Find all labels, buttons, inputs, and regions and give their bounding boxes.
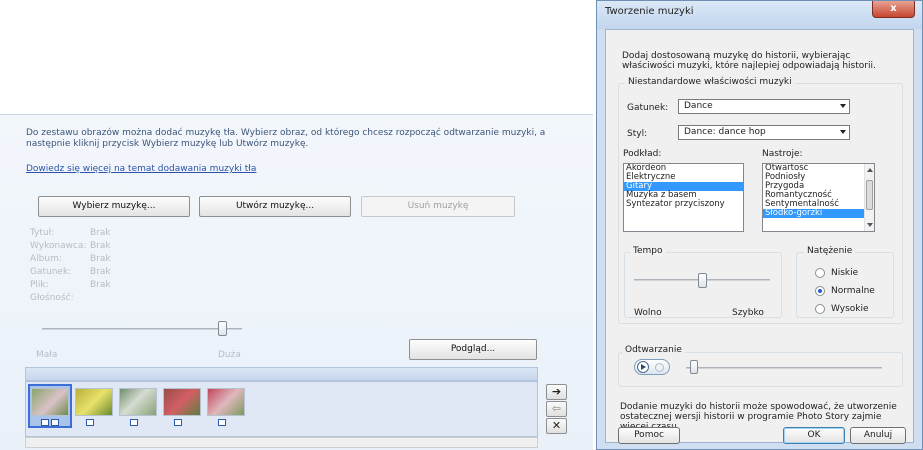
style-label: Styl: (627, 129, 648, 139)
meta-artist: Wykonawca: Brak (30, 240, 150, 253)
intro-text: Do zestawu obrazów można dodać muzykę tł… (26, 128, 546, 149)
volume-label: Głośność: (30, 293, 74, 303)
playback-label: Odtwarzanie (622, 345, 685, 355)
edit-icon[interactable] (218, 419, 226, 426)
thumbnail-photo-3[interactable] (119, 388, 157, 416)
meta-album-value: Brak (90, 254, 111, 264)
scroll-up-icon[interactable] (867, 168, 873, 172)
stop-icon[interactable] (655, 363, 664, 372)
intensity-normal-label: Normalne (831, 286, 875, 296)
remove-icon[interactable]: ✕ (546, 418, 567, 434)
move-left-icon[interactable]: ⇦ (546, 401, 567, 417)
meta-artist-label: Wykonawca: (30, 241, 87, 251)
ok-button[interactable]: OK (783, 427, 845, 444)
volume-min-label: Mała (36, 350, 58, 360)
scroll-thumb[interactable] (866, 180, 873, 210)
meta-album-label: Album: (30, 254, 62, 264)
cancel-button[interactable]: Anuluj (850, 427, 906, 444)
meta-title-value: Brak (90, 228, 111, 238)
close-icon[interactable]: x (872, 1, 915, 18)
genre-label: Gatunek: (627, 103, 669, 113)
volume-max-label: Duża (218, 350, 241, 360)
meta-album: Album: Brak (30, 253, 150, 266)
create-music-button[interactable]: Utwórz muzykę... (199, 196, 351, 217)
meta-file: Plik: Brak (30, 279, 150, 292)
transition-icon[interactable] (51, 419, 59, 426)
meta-genre-label: Gatunek: (30, 267, 72, 277)
mood-item-selected[interactable]: Słodko-gorzki (763, 209, 874, 218)
meta-file-label: Plik: (30, 280, 49, 290)
thumbnail-photo-1[interactable] (31, 388, 69, 416)
preview-button[interactable]: Podgląd... (409, 339, 537, 360)
intensity-low-label: Niskie (831, 268, 859, 278)
volume-slider-thumb[interactable] (218, 321, 227, 336)
move-right-icon[interactable]: ➔ (546, 384, 567, 400)
style-value: Dance: dance hop (684, 127, 766, 137)
meta-genre-value: Brak (90, 267, 111, 277)
remove-music-button[interactable]: Usuń muzykę (361, 196, 515, 217)
meta-genre: Gatunek: Brak (30, 266, 150, 279)
dialog-title: Tworzenie muzyki (605, 6, 694, 17)
learn-more-link[interactable]: Dowiedz się więcej na temat dodawania mu… (26, 164, 256, 174)
tempo-slider-thumb[interactable] (698, 273, 707, 288)
style-select[interactable]: Dance: dance hop (678, 125, 850, 140)
intensity-low-radio[interactable] (815, 268, 825, 278)
bands-listbox[interactable]: Akordeon Elektryczne Gitary Muzyka z bas… (623, 163, 744, 232)
filmstrip-scrollbar[interactable] (25, 437, 538, 448)
chevron-down-icon (840, 130, 846, 134)
dialog-client: Dodaj dostosowaną muzykę do historii, wy… (605, 29, 914, 444)
bands-label: Podkład: (623, 149, 662, 159)
thumbnail-photo-4[interactable] (163, 388, 201, 416)
band-item[interactable]: Syntezator przyciszony (624, 200, 743, 209)
genre-select[interactable]: Dance (678, 99, 850, 114)
meta-file-value: Brak (90, 280, 111, 290)
volume-slider-track[interactable] (42, 328, 242, 330)
playback-progress-track[interactable] (686, 367, 882, 369)
meta-artist-value: Brak (90, 241, 111, 251)
tempo-label: Tempo (630, 246, 666, 256)
dialog-description: Dodaj dostosowaną muzykę do historii, wy… (622, 51, 876, 71)
thumbnail-photo-2[interactable] (75, 388, 113, 416)
music-properties-title: Niestandardowe właściwości muzyki (625, 77, 795, 87)
filmstrip[interactable] (25, 381, 538, 437)
intensity-high-label: Wysokie (831, 304, 869, 314)
thumbnail-photo-5[interactable] (207, 388, 245, 416)
chevron-down-icon (840, 104, 846, 108)
moods-scrollbar[interactable] (864, 164, 874, 231)
playback-progress-thumb[interactable] (690, 360, 698, 374)
meta-title-label: Tytuł: (30, 228, 55, 238)
create-music-dialog: Tworzenie muzyki x Dodaj dostosowaną muz… (596, 0, 923, 450)
edit-icon[interactable] (86, 419, 94, 426)
play-icon[interactable] (637, 361, 649, 373)
filmstrip-header (25, 367, 538, 381)
edit-icon[interactable] (130, 419, 138, 426)
moods-label: Nastroje: (762, 149, 803, 159)
choose-music-button[interactable]: Wybierz muzykę... (38, 196, 190, 217)
meta-title: Tytuł: Brak (30, 227, 150, 240)
playback-controls (634, 359, 670, 375)
play-triangle-icon (641, 364, 646, 370)
tempo-fast-label: Szybko (732, 308, 764, 318)
intensity-label: Natężenie (804, 246, 856, 256)
moods-listbox[interactable]: Otwartość Podniosły Przygoda Romantyczno… (762, 163, 875, 232)
intensity-normal-radio[interactable] (815, 286, 825, 296)
genre-value: Dance (684, 101, 713, 111)
edit-icon[interactable] (41, 419, 49, 426)
tempo-slow-label: Wolno (634, 308, 662, 318)
help-button[interactable]: Pomoc (618, 427, 680, 444)
scroll-down-icon[interactable] (867, 223, 873, 227)
edit-icon[interactable] (174, 419, 182, 426)
intensity-high-radio[interactable] (815, 304, 825, 314)
